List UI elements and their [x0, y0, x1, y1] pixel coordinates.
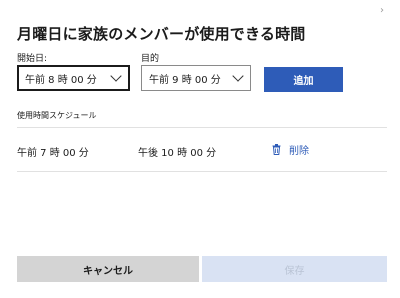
schedule-row: 午前 7 時 00 分 午後 10 時 00 分 削除: [0, 128, 400, 171]
chevron-down-icon: [110, 70, 122, 82]
end-time-label: 目的: [141, 54, 160, 64]
schedule-end-time: 午後 10 時 00 分: [138, 148, 217, 159]
close-icon[interactable]: ›: [380, 6, 384, 16]
schedule-header: 使用時間スケジュール: [17, 111, 97, 120]
divider: [17, 171, 387, 172]
schedule-start-time: 午前 7 時 00 分: [17, 148, 89, 159]
time-limit-dialog: › 月曜日に家族のメンバーが使用できる時間 開始日: 目的 午前 8 時 00 …: [0, 0, 400, 298]
dialog-title: 月曜日に家族のメンバーが使用できる時間: [17, 25, 306, 43]
start-time-label: 開始日:: [17, 54, 48, 64]
end-time-dropdown[interactable]: 午前 9 時 00 分: [141, 65, 251, 91]
add-button[interactable]: 追加: [264, 67, 343, 92]
delete-label: 削除: [289, 146, 309, 157]
start-time-value: 午前 8 時 00 分: [25, 74, 97, 86]
trash-icon: [272, 144, 281, 155]
dialog-footer: キャンセル 保存: [0, 256, 400, 282]
start-time-dropdown[interactable]: 午前 8 時 00 分: [17, 65, 130, 91]
cancel-button[interactable]: キャンセル: [17, 256, 199, 282]
chevron-down-icon: [232, 70, 244, 82]
save-button[interactable]: 保存: [202, 256, 387, 282]
delete-button[interactable]: 削除: [272, 142, 309, 157]
end-time-value: 午前 9 時 00 分: [149, 74, 221, 86]
